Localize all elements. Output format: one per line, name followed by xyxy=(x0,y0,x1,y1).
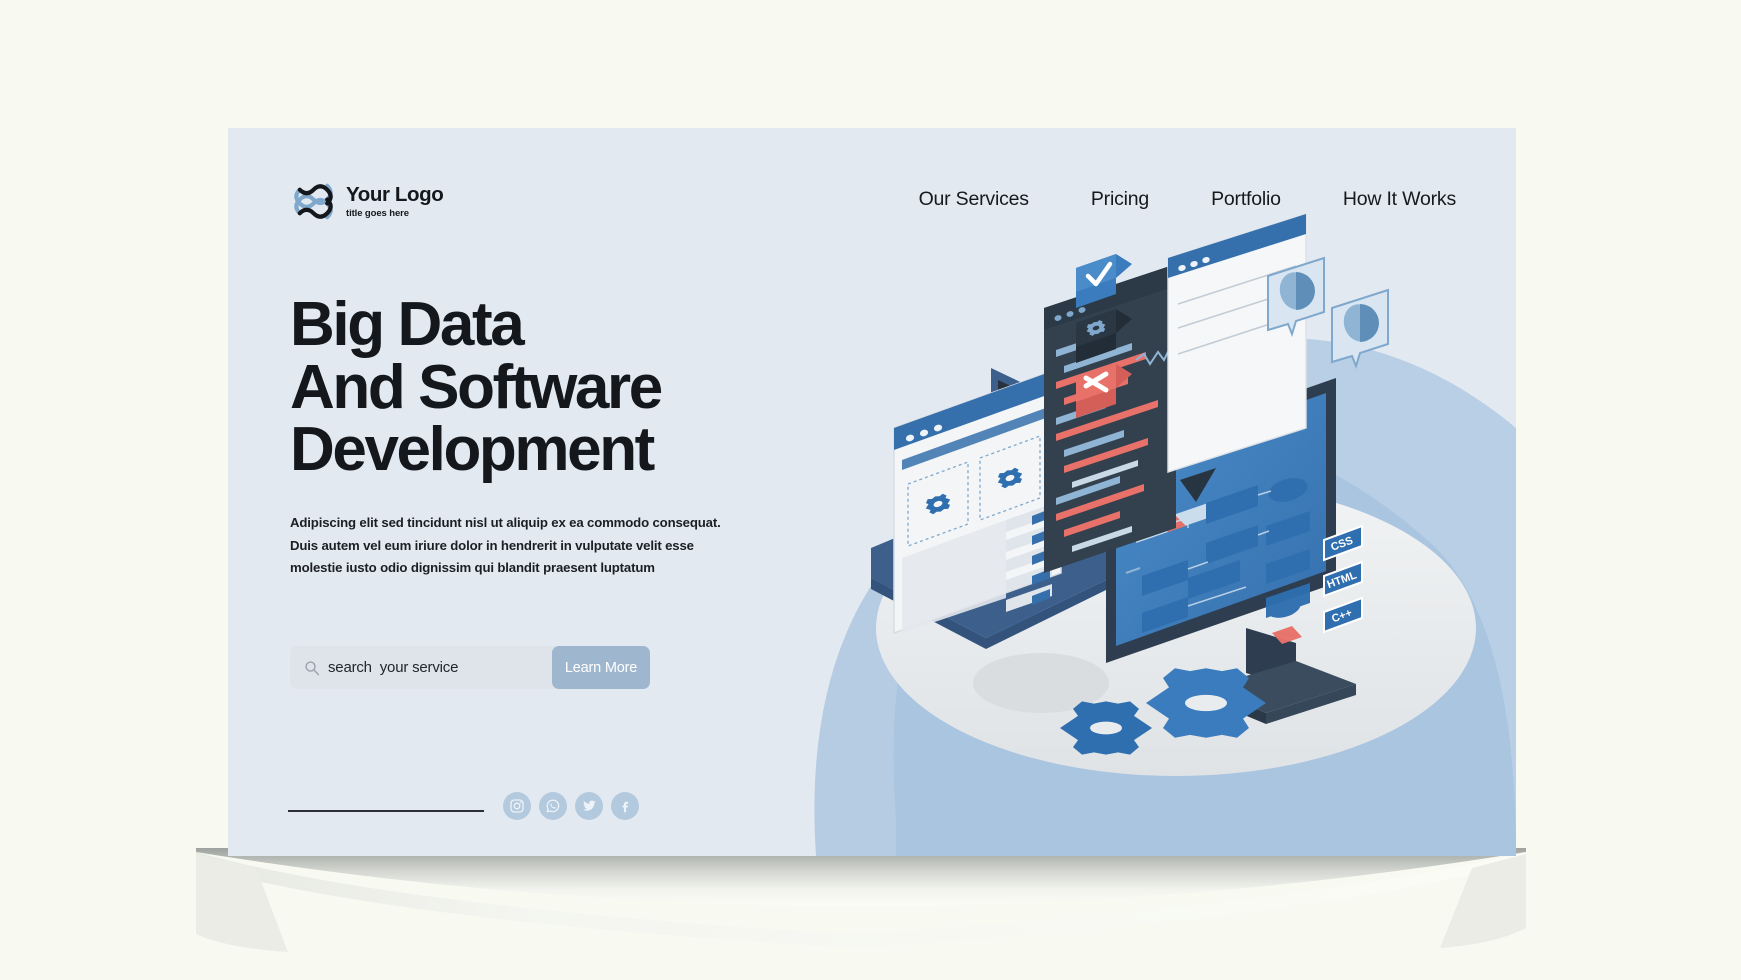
instagram-icon xyxy=(510,799,524,813)
whatsapp-icon xyxy=(546,799,560,813)
social-twitter-button[interactable] xyxy=(575,792,603,820)
social-links xyxy=(503,792,639,820)
hero-content: Big Data And Software Development Adipis… xyxy=(290,290,810,580)
hero-card: Your Logo title goes here Our Services P… xyxy=(228,128,1516,856)
twitter-icon xyxy=(583,800,596,811)
search-row: Learn More xyxy=(290,646,650,689)
page-title: Big Data And Software Development xyxy=(290,290,810,485)
page-curl-svg xyxy=(196,848,1526,952)
gear-large xyxy=(1146,668,1266,738)
search-icon xyxy=(305,660,320,675)
brand-text: Your Logo title goes here xyxy=(346,183,444,219)
dashboard-window xyxy=(1167,213,1307,473)
learn-more-button[interactable]: Learn More xyxy=(552,646,650,689)
social-whatsapp-button[interactable] xyxy=(539,792,567,820)
hero-title-line-2: And Software xyxy=(290,352,663,422)
search-input[interactable] xyxy=(328,659,556,676)
hero-title-line-1: Big Data xyxy=(290,290,525,359)
tech-badges: CSS HTML C++ xyxy=(1323,524,1363,634)
gear-small xyxy=(1060,701,1152,755)
code-editor-window xyxy=(1044,264,1176,573)
hero-description: Adipiscing elit sed tincidunt nisl ut al… xyxy=(290,514,721,576)
hero-title-line-3: Development xyxy=(290,415,655,485)
settings-window xyxy=(893,366,1062,635)
brand-subtitle: title goes here xyxy=(346,207,409,219)
interlocking-loops-logo-icon xyxy=(294,183,333,220)
social-facebook-button[interactable] xyxy=(611,792,639,820)
facebook-icon xyxy=(622,801,629,813)
divider xyxy=(288,810,484,812)
social-instagram-button[interactable] xyxy=(503,792,531,820)
isometric-software-development-scene: CSS HTML C++ xyxy=(814,213,1516,856)
search-field[interactable] xyxy=(290,646,556,689)
hero-illustration: CSS HTML C++ xyxy=(776,128,1516,856)
page-curl-shadow xyxy=(196,848,1526,958)
brand-logo[interactable]: Your Logo title goes here xyxy=(290,178,444,225)
brand-title: Your Logo xyxy=(346,183,444,206)
